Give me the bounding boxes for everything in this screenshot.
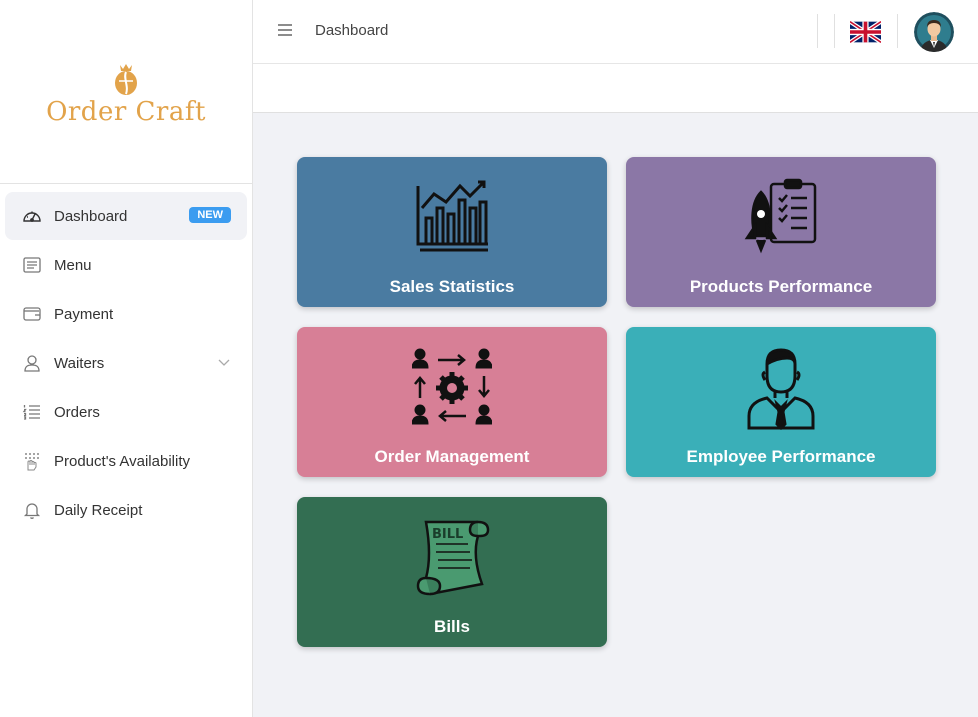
bell-icon (21, 499, 43, 521)
sidebar-item-waiters[interactable]: Waiters (5, 339, 247, 387)
wallet-icon (21, 303, 43, 325)
hand-dots-icon (21, 450, 43, 472)
scroll-bill-text: BILL (432, 527, 463, 542)
crown-bean-logo-icon (115, 63, 137, 95)
sidebar-item-menu[interactable]: Menu (5, 241, 247, 289)
sidebar-item-daily-receipt[interactable]: Daily Receipt (5, 486, 247, 534)
sidebar-item-product-availability[interactable]: Product's Availability (5, 437, 247, 485)
sub-header-bar (253, 64, 978, 113)
top-bar: Dashboard (253, 0, 978, 64)
new-badge: NEW (189, 207, 231, 223)
card-bills[interactable]: BILL Bills (297, 497, 607, 647)
divider (897, 14, 898, 48)
card-title: Order Management (374, 447, 530, 466)
page-title: Dashboard (315, 22, 389, 39)
sidebar: Order Craft Dashboard NEW Menu Payment W… (0, 0, 253, 717)
divider (834, 14, 835, 48)
sidebar-item-payment[interactable]: Payment (5, 290, 247, 338)
card-title: Sales Statistics (389, 277, 515, 296)
speedometer-icon (21, 205, 43, 227)
sidebar-item-label: Orders (54, 403, 100, 421)
chevron-down-icon[interactable] (217, 355, 231, 369)
rocket-clipboard-icon (744, 178, 817, 254)
uk-flag-icon[interactable] (850, 20, 881, 44)
card-products-performance[interactable]: Products Performance (626, 157, 936, 307)
logo-text: Order Craft (46, 96, 206, 127)
card-sales-statistics[interactable]: Sales Statistics (297, 157, 607, 307)
user-icon (21, 352, 43, 374)
sidebar-item-label: Dashboard (54, 207, 128, 225)
workflow-gear-icon (412, 348, 492, 425)
card-order-management[interactable]: Order Management (297, 327, 607, 477)
divider (817, 14, 818, 48)
bar-chart-icon (416, 180, 488, 252)
card-employee-performance[interactable]: Employee Performance (626, 327, 936, 477)
logo[interactable]: Order Craft (0, 0, 252, 184)
ordered-list-icon (21, 401, 43, 423)
sidebar-item-orders[interactable]: Orders (5, 388, 247, 436)
sidebar-item-label: Daily Receipt (54, 501, 143, 519)
menu-list-icon (21, 254, 43, 276)
hamburger-menu-icon[interactable] (277, 22, 293, 38)
card-title: Products Performance (689, 277, 873, 296)
sidebar-item-label: Product's Availability (54, 452, 190, 470)
bill-scroll-icon: BILL (416, 520, 490, 596)
sidebar-nav: Dashboard NEW Menu Payment Waiters Order… (0, 184, 252, 543)
card-title: Employee Performance (686, 447, 876, 466)
sidebar-item-dashboard[interactable]: Dashboard NEW (5, 192, 247, 240)
sidebar-item-label: Waiters (54, 354, 105, 372)
sidebar-item-label: Payment (54, 305, 114, 323)
card-title: Bills (434, 617, 470, 636)
user-avatar[interactable] (914, 12, 954, 52)
sidebar-item-label: Menu (54, 256, 92, 274)
employee-icon (747, 348, 815, 430)
